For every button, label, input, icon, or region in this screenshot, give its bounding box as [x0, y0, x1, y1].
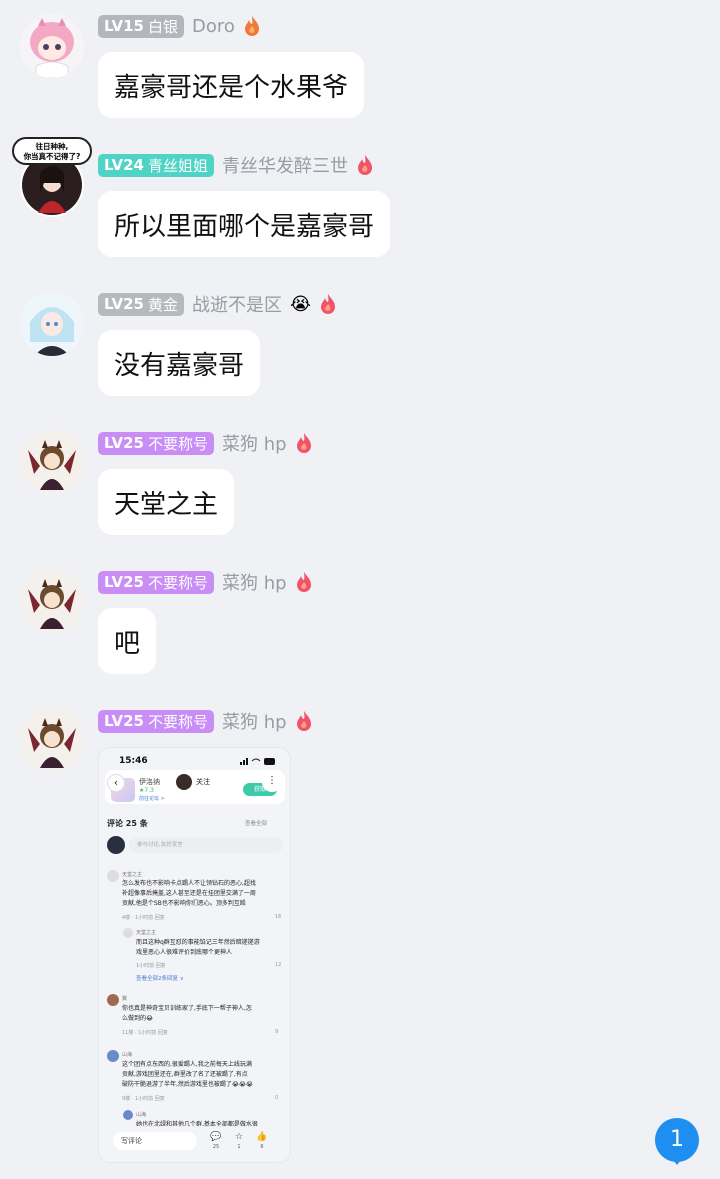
commenter-avatar [107, 870, 119, 882]
commenter-avatar [123, 928, 133, 938]
star-icon: ☆ [234, 1132, 244, 1142]
avatar-speech-bubble: 往日种种, 你当真不记得了? [12, 137, 92, 165]
comment-text: 而且这种q群互怼的事能馅记三年然后暗搓搓游 [136, 939, 260, 946]
comment-text: 补超像事后掩盖,这人甚至还是在挂团里交满了一周 [122, 890, 256, 897]
my-avatar [107, 836, 125, 854]
comment-text: 怎么发布也不影响卡点踢人不让领钻石的恶心,超找 [122, 880, 256, 887]
nickname[interactable]: 菜狗 hp [222, 430, 287, 456]
crying-emoji-icon: 😭 [290, 293, 312, 315]
status-time: 15:46 [119, 756, 148, 766]
thumbs-up-icon: 👍 [256, 1132, 268, 1142]
message-meta: LV24 青丝姐姐 青丝华发醉三世 [98, 153, 374, 177]
user-avatar[interactable] [20, 14, 84, 78]
comment-meta: 4楼 · 1小时前 回复 [122, 915, 165, 921]
write-comment-input: 写评论 [113, 1132, 197, 1150]
more-icon: ⋮ [262, 772, 282, 792]
commenter-name: 天堂之主 [122, 872, 143, 878]
nickname[interactable]: Doro [192, 16, 235, 37]
game-name: 伊洛纳 [139, 778, 160, 786]
level-badge: LV25 不要称号 [98, 709, 214, 733]
message-meta: LV25 不要称号 菜狗 hp [98, 709, 313, 733]
author-avatar [176, 774, 192, 790]
message-bubble[interactable]: 所以里面哪个是嘉豪哥 [98, 191, 391, 257]
more-replies-link: 查看全部2条回复 ∨ [136, 976, 184, 982]
view-all-link: 查看全部 [245, 821, 268, 827]
comment-meta: 11楼 · 1小时前 回复 [122, 1030, 168, 1036]
level-badge: LV24 青丝姐姐 [98, 153, 214, 177]
comments-header: 评论 25 条 [107, 819, 148, 828]
message-bubble[interactable]: 吧 [98, 608, 157, 674]
commenter-avatar [107, 994, 119, 1006]
comment-text: 你也真是神奇宝贝训练家了,手底下一帮子神人,怎 [122, 1005, 252, 1012]
user-avatar[interactable] [20, 708, 84, 772]
back-icon: ‹ [107, 774, 125, 792]
message-meta: LV15 白银 Doro [98, 14, 261, 38]
message-bubble[interactable]: 天堂之主 [98, 469, 235, 535]
flame-icon [244, 16, 259, 36]
commenter-avatar [107, 1050, 119, 1062]
user-avatar[interactable] [20, 430, 84, 494]
like-count: 0 [275, 1095, 279, 1101]
comment-text: 破防干脆退游了半年,然后游戏里也被踢了😭😭😭 [122, 1081, 253, 1088]
nickname[interactable]: 战逝不是区 [192, 291, 282, 317]
level-badge: LV25 不要称号 [98, 570, 214, 594]
message-bubble[interactable]: 没有嘉豪哥 [98, 330, 261, 396]
level-badge: LV25 不要称号 [98, 431, 214, 455]
level-badge: LV15 白银 [98, 14, 184, 38]
comment-text: 贡献,他是个SB也不影响你们恶心。顶多判互殴 [122, 900, 246, 907]
like-count: 12 [275, 962, 282, 968]
comment-input: 参与讨论,友好发言 [129, 837, 283, 853]
user-avatar[interactable] [20, 569, 84, 633]
like-count: 6 [260, 1144, 264, 1150]
commenter-name: 翼 [122, 996, 128, 1002]
nickname[interactable]: 青丝华发醉三世 [222, 152, 348, 178]
level-badge: LV25 黄金 [98, 292, 184, 316]
message-meta: LV25 黄金 战逝不是区 😭 [98, 292, 337, 316]
nickname[interactable]: 菜狗 hp [222, 708, 287, 734]
flame-icon [321, 294, 336, 314]
comment-icon: 💬 [210, 1132, 222, 1142]
comment-text: 贡献,游戏团里还在,群里改了名了还被踢了,有点 [122, 1071, 248, 1078]
game-score: ★7.3 [139, 787, 154, 794]
like-count: 9 [275, 1029, 279, 1035]
image-message[interactable]: 15:46 ‹ 伊洛纳 ★7.3 前往论坛 > 关注 获取 ⋮ 评论 25 条 … [98, 747, 291, 1163]
comment-meta: 9楼 · 1小时前 回复 [122, 1096, 165, 1102]
user-avatar[interactable] [20, 292, 84, 356]
commenter-avatar [123, 1110, 133, 1120]
comment-meta: 1小时前 回复 [136, 963, 166, 969]
flame-icon [296, 572, 311, 592]
comment-text: 戏里恶心人很难评价到底哪个更神人 [136, 949, 233, 956]
nickname[interactable]: 菜狗 hp [222, 569, 287, 595]
comment-text: 么做到的😂 [122, 1015, 154, 1022]
message-bubble[interactable]: 嘉豪哥还是个水果爷 [98, 52, 365, 118]
comment-count: 25 [212, 1144, 220, 1150]
message-meta: LV25 不要称号 菜狗 hp [98, 570, 313, 594]
star-count: 1 [237, 1144, 241, 1150]
message-meta: LV25 不要称号 菜狗 hp [98, 431, 313, 455]
commenter-name: 天堂之主 [136, 930, 157, 936]
commenter-name: 山海 [122, 1052, 133, 1058]
status-icons [240, 758, 275, 765]
unread-badge-tail [670, 1156, 684, 1165]
follow-label: 关注 [196, 778, 210, 786]
like-count: 16 [275, 914, 282, 920]
forum-link: 前往论坛 > [139, 796, 165, 802]
flame-icon [358, 155, 372, 175]
comment-text: 这个团有点东西的,很爱踢人,我之前每天上线玩满 [122, 1061, 252, 1068]
commenter-name: 山海 [136, 1112, 147, 1118]
flame-icon [296, 433, 311, 453]
flame-icon [296, 711, 311, 731]
